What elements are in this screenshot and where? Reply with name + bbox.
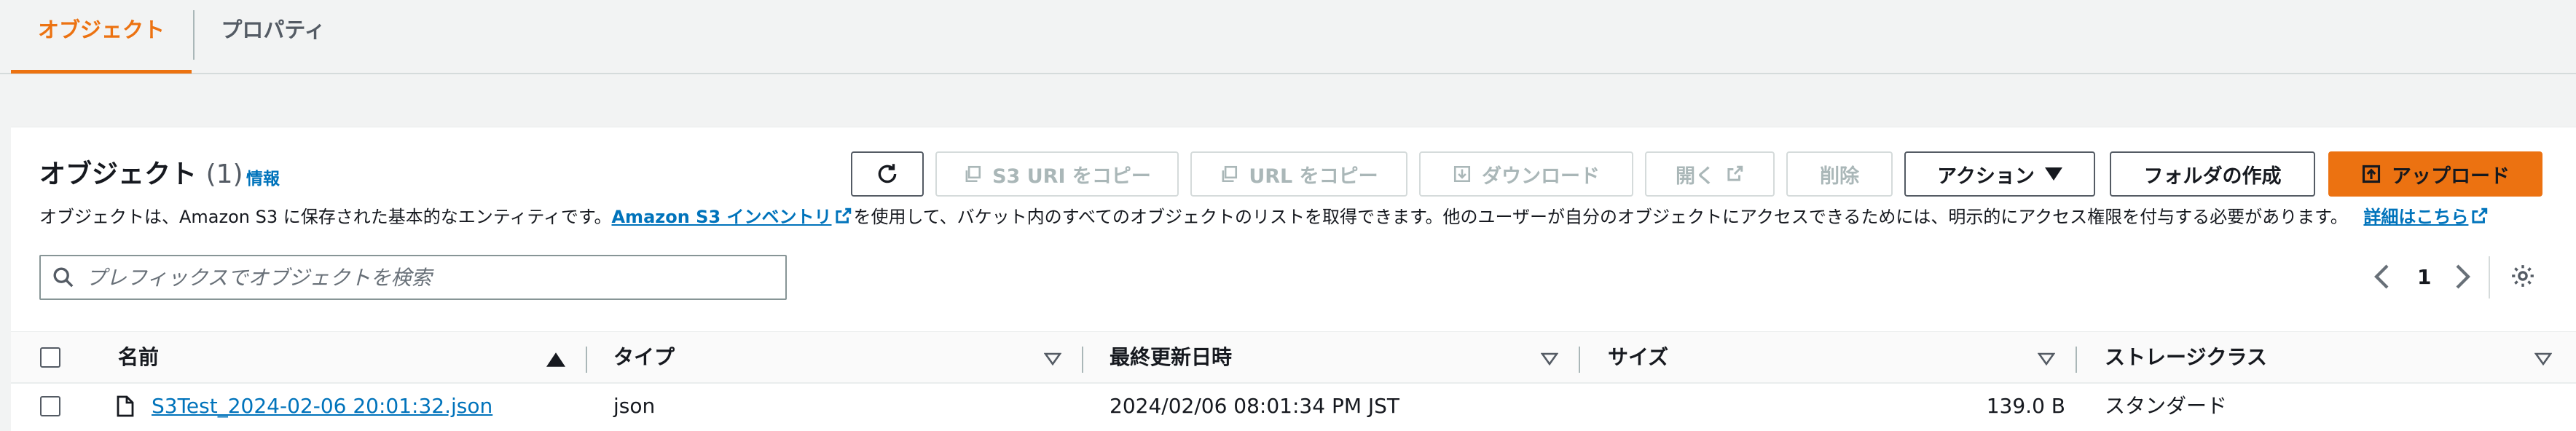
tab-bar: オブジェクト プロパティ xyxy=(0,0,2576,74)
search-box xyxy=(39,255,787,300)
sort-caret-icon[interactable] xyxy=(2534,352,2552,365)
table-row: S3Test_2024-02-06 20:01:32.json json 202… xyxy=(11,384,2576,431)
copy-icon xyxy=(1222,165,1238,183)
pager-divider xyxy=(2489,256,2490,298)
download-label: ダウンロード xyxy=(1482,165,1600,188)
download-button[interactable]: ダウンロード xyxy=(1419,151,1633,197)
caret-down-icon xyxy=(2044,167,2062,181)
column-header-last-modified[interactable]: 最終更新日時 xyxy=(1110,332,1232,383)
upload-button[interactable]: アップロード xyxy=(2328,151,2542,197)
tab-properties[interactable]: プロパティ xyxy=(197,0,350,73)
object-name-cell: S3Test_2024-02-06 20:01:32.json xyxy=(152,384,492,429)
tab-objects[interactable]: オブジェクト xyxy=(11,0,192,74)
inventory-link[interactable]: Amazon S3 インベントリ xyxy=(611,207,831,227)
open-button[interactable]: 開く xyxy=(1645,151,1775,197)
next-page-icon[interactable] xyxy=(2455,264,2473,290)
column-divider[interactable] xyxy=(1082,347,1083,373)
copy-url-button[interactable]: URL をコピー xyxy=(1190,151,1407,197)
tab-divider xyxy=(193,10,195,60)
sort-caret-icon[interactable] xyxy=(1541,352,1558,365)
create-folder-label: フォルダの作成 xyxy=(2143,165,2282,188)
actions-label: アクション xyxy=(1937,165,2035,188)
external-link-icon xyxy=(1727,165,1743,181)
column-divider[interactable] xyxy=(2076,347,2077,373)
sort-ascending-icon[interactable] xyxy=(546,352,565,367)
refresh-button[interactable] xyxy=(851,151,924,197)
delete-button[interactable]: 削除 xyxy=(1786,151,1893,197)
table-header: 名前 タイプ 最終更新日時 サイズ ストレージクラス xyxy=(11,331,2576,384)
column-header-storage-class[interactable]: ストレージクラス xyxy=(2105,332,2267,383)
actions-dropdown[interactable]: アクション xyxy=(1904,151,2095,197)
external-link-icon xyxy=(2472,207,2488,224)
search-input[interactable] xyxy=(86,256,771,298)
previous-page-icon[interactable] xyxy=(2372,264,2390,290)
sort-caret-icon[interactable] xyxy=(1044,352,1061,365)
copy-icon xyxy=(965,165,981,183)
panel-title-text: オブジェクト xyxy=(39,159,197,189)
row-checkbox[interactable] xyxy=(40,396,60,416)
search-icon xyxy=(53,267,74,288)
open-label: 開く xyxy=(1676,165,1715,188)
upload-label: アップロード xyxy=(2392,165,2510,188)
column-header-size[interactable]: サイズ xyxy=(1608,332,1668,383)
select-all-checkbox[interactable] xyxy=(40,347,60,368)
copy-s3-uri-button[interactable]: S3 URI をコピー xyxy=(935,151,1179,197)
storage-class-cell: スタンダード xyxy=(2105,394,2228,418)
current-page-number[interactable]: 1 xyxy=(2417,265,2431,289)
create-folder-button[interactable]: フォルダの作成 xyxy=(2110,151,2315,197)
object-name-link[interactable]: S3Test_2024-02-06 20:01:32.json xyxy=(152,394,492,418)
column-header-type[interactable]: タイプ xyxy=(613,332,675,383)
copy-s3-uri-label: S3 URI をコピー xyxy=(992,165,1151,188)
last-modified-cell: 2024/02/06 08:01:34 PM JST xyxy=(1110,394,1400,418)
description-text-2: を使用して、バケット内のすべてのオブジェクトのリストを取得できます。他のユーザー… xyxy=(853,207,2348,227)
learn-more-link[interactable]: 詳細はこちら xyxy=(2363,207,2468,227)
sort-caret-icon[interactable] xyxy=(2038,352,2055,365)
delete-label: 削除 xyxy=(1820,165,1859,188)
description-text-1: オブジェクトは、Amazon S3 に保存された基本的なエンティティです。 xyxy=(39,207,612,227)
panel-description: オブジェクトは、Amazon S3 に保存された基本的なエンティティです。Ama… xyxy=(39,202,2490,228)
column-divider[interactable] xyxy=(586,347,587,373)
upload-icon xyxy=(2362,165,2381,183)
refresh-icon xyxy=(878,164,897,183)
column-header-name[interactable]: 名前 xyxy=(118,332,159,383)
download-icon xyxy=(1453,165,1471,183)
panel-title: オブジェクト (1) xyxy=(39,153,243,191)
info-link[interactable]: 情報 xyxy=(246,165,280,189)
external-link-icon xyxy=(835,207,851,224)
copy-url-label: URL をコピー xyxy=(1249,165,1378,188)
size-cell: 139.0 B xyxy=(1986,394,2065,418)
gear-icon[interactable] xyxy=(2510,264,2535,288)
column-divider[interactable] xyxy=(1579,347,1580,373)
type-cell: json xyxy=(613,394,656,418)
file-icon xyxy=(117,395,134,417)
object-count: (1) xyxy=(205,159,243,189)
